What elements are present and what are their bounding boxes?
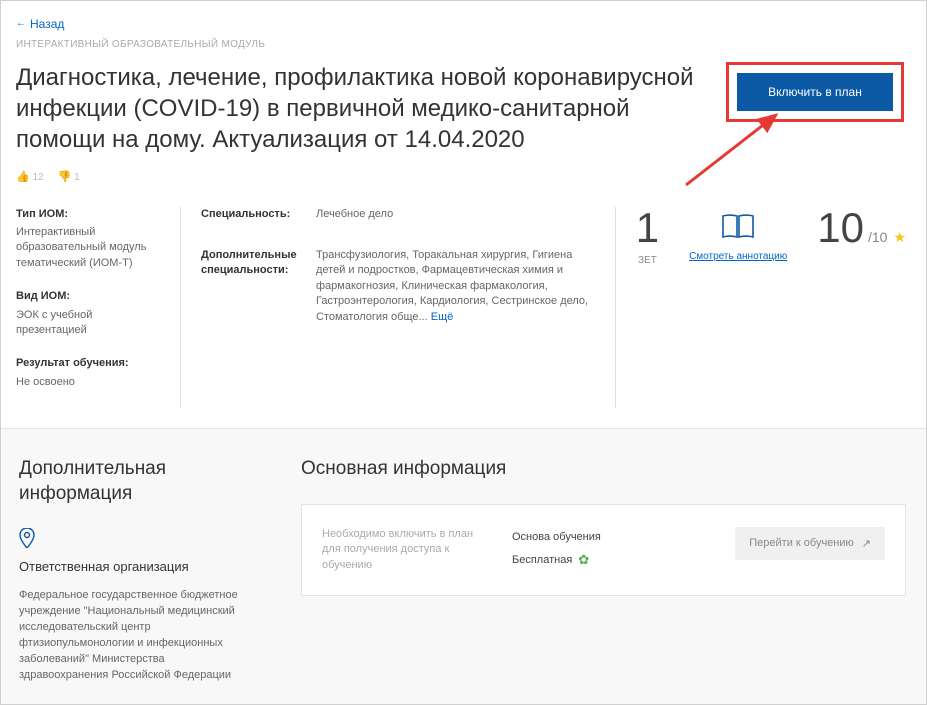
star-icon: ★ bbox=[893, 229, 906, 246]
info-card: Необходимо включить в план для получения… bbox=[301, 504, 906, 596]
zet-label: ЗЕТ bbox=[636, 255, 659, 266]
likes-row: 👍 12 👎 1 bbox=[16, 170, 906, 183]
speciality-label: Специальность: bbox=[201, 207, 316, 222]
thumbs-down-icon[interactable]: 👎 1 bbox=[58, 170, 80, 183]
result-value: Не освоено bbox=[16, 375, 165, 390]
category-label: ИНТЕРАКТИВНЫЙ ОБРАЗОВАТЕЛЬНЫЙ МОДУЛЬ bbox=[16, 39, 906, 50]
result-label: Результат обучения: bbox=[16, 356, 165, 371]
goto-label: Перейти к обучению bbox=[749, 537, 854, 549]
iom-type-value: Интерактивный образовательный модуль тем… bbox=[16, 225, 165, 271]
goto-learning-button[interactable]: Перейти к обучению ↗ bbox=[735, 527, 885, 560]
iom-kind-value: ЭОК с учебной презентацией bbox=[16, 308, 165, 339]
arrow-left-icon: ← bbox=[16, 18, 26, 29]
org-value: Федеральное государственное бюджетное уч… bbox=[19, 588, 251, 684]
iom-kind-label: Вид ИОМ: bbox=[16, 289, 165, 304]
add-spec-label: Дополнительные специальности: bbox=[201, 248, 316, 325]
basis-label: Основа обучения bbox=[512, 527, 715, 548]
thumbs-up-icon[interactable]: 👍 12 bbox=[16, 170, 44, 183]
leaf-icon: ✿ bbox=[578, 548, 589, 573]
additional-info-heading: Дополнительная информация bbox=[19, 457, 251, 506]
free-label: Бесплатная bbox=[512, 550, 572, 571]
main-info-heading: Основная информация bbox=[301, 457, 906, 482]
iom-type-label: Тип ИОМ: bbox=[16, 207, 165, 222]
speciality-value: Лечебное дело bbox=[316, 207, 393, 222]
rating-max: /10 bbox=[868, 229, 887, 245]
add-to-plan-button[interactable]: Включить в план bbox=[737, 73, 893, 111]
rating-value: 10 bbox=[817, 207, 864, 249]
back-link[interactable]: ← Назад bbox=[16, 17, 64, 31]
book-icon bbox=[721, 213, 755, 239]
external-link-icon: ↗ bbox=[862, 537, 871, 550]
org-label: Ответственная организация bbox=[19, 559, 251, 574]
annotation-link[interactable]: Смотреть аннотацию bbox=[689, 250, 787, 263]
access-note: Необходимо включить в план для получения… bbox=[322, 527, 492, 573]
back-label: Назад bbox=[30, 17, 64, 31]
cta-highlight-frame: Включить в план bbox=[726, 62, 904, 122]
zet-value: 1 bbox=[636, 207, 659, 249]
course-title: Диагностика, лечение, профилактика новой… bbox=[16, 62, 706, 156]
show-more-link[interactable]: Ещё bbox=[431, 311, 454, 323]
pin-icon bbox=[19, 528, 35, 548]
